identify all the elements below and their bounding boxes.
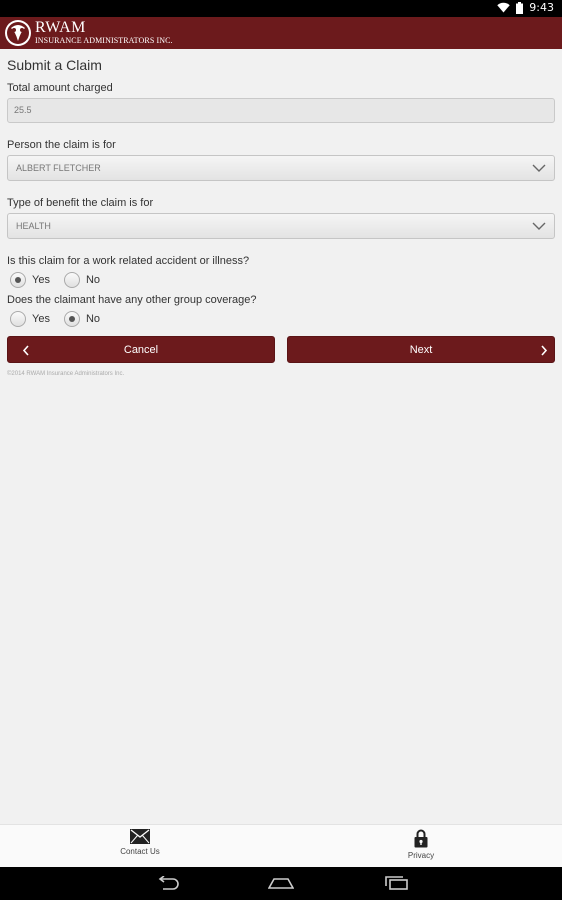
copyright-text: ©2014 RWAM Insurance Administrators Inc. (7, 371, 125, 377)
person-select[interactable]: ALBERT FLETCHER (7, 155, 555, 181)
recent-apps-icon[interactable] (383, 876, 409, 890)
wifi-icon (497, 2, 510, 13)
back-icon[interactable] (155, 876, 181, 890)
work-related-radio-group: Yes No (10, 272, 114, 288)
person-select-value: ALBERT FLETCHER (16, 163, 101, 173)
coverage-no-label: No (85, 313, 101, 325)
battery-icon (516, 1, 524, 14)
work-related-no-option[interactable]: No (63, 272, 101, 288)
status-bar: 9:43 (0, 0, 562, 17)
benefit-select[interactable]: HEALTH (7, 213, 555, 239)
rwam-logo-icon (5, 20, 31, 46)
work-related-yes-radio[interactable] (10, 272, 26, 288)
coverage-no-option[interactable]: No (63, 311, 101, 327)
coverage-question: Does the claimant have any other group c… (7, 294, 257, 306)
contact-us-button[interactable]: Contact Us (100, 829, 180, 856)
coverage-no-radio[interactable] (63, 311, 80, 327)
benefit-label: Type of benefit the claim is for (7, 197, 154, 209)
work-related-yes-option[interactable]: Yes (10, 272, 50, 288)
next-button[interactable]: Next (287, 336, 555, 363)
privacy-button[interactable]: Privacy (381, 829, 461, 860)
brand-name: RWAM (35, 19, 86, 36)
chevron-down-icon (532, 222, 546, 230)
benefit-select-value: HEALTH (16, 221, 51, 231)
contact-us-label: Contact Us (120, 847, 160, 856)
cancel-button[interactable]: Cancel (7, 336, 275, 363)
page-title: Submit a Claim (7, 57, 102, 73)
coverage-yes-option[interactable]: Yes (10, 311, 50, 327)
work-related-no-radio[interactable] (63, 272, 80, 288)
next-button-label: Next (409, 344, 433, 356)
chevron-down-icon (532, 164, 546, 172)
envelope-icon (130, 829, 150, 844)
system-nav-bar (0, 867, 562, 900)
amount-label: Total amount charged (7, 82, 113, 94)
amount-input[interactable]: 25.5 (7, 98, 555, 123)
chevron-right-icon (541, 345, 548, 356)
brand: RWAM INSURANCE ADMINISTRATORS INC. (35, 19, 173, 46)
person-label: Person the claim is for (7, 139, 116, 151)
chevron-left-icon (22, 345, 29, 356)
work-related-question: Is this claim for a work related acciden… (7, 255, 250, 267)
lock-icon (414, 829, 428, 848)
app-header: RWAM INSURANCE ADMINISTRATORS INC. (0, 17, 562, 49)
privacy-label: Privacy (407, 851, 435, 860)
coverage-yes-radio[interactable] (10, 311, 26, 327)
coverage-radio-group: Yes No (10, 311, 114, 327)
work-related-yes-label: Yes (32, 274, 50, 286)
clock: 9:43 (529, 1, 554, 14)
coverage-yes-label: Yes (32, 313, 50, 325)
bottom-nav: Contact Us Privacy (0, 824, 562, 867)
cancel-button-label: Cancel (123, 344, 159, 356)
work-related-no-label: No (85, 274, 101, 286)
home-icon[interactable] (268, 876, 294, 890)
brand-subtitle: INSURANCE ADMINISTRATORS INC. (35, 36, 173, 45)
